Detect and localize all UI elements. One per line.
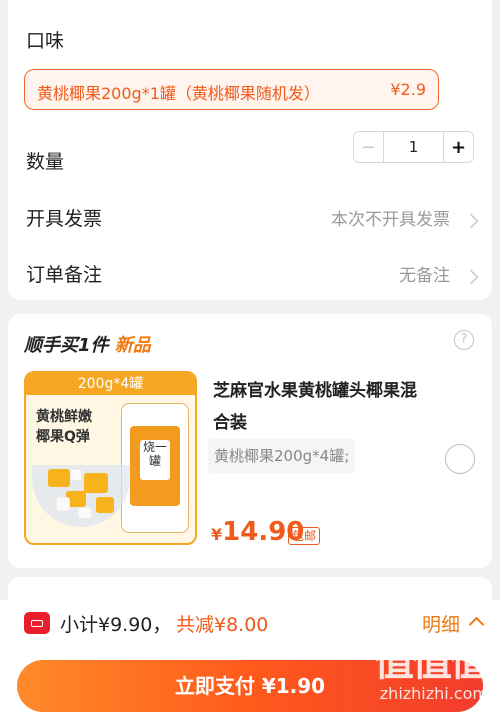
slogan-line-1: 黄桃鲜嫩 <box>36 409 92 425</box>
quantity-value[interactable]: 1 <box>384 132 443 162</box>
product-name[interactable]: 芝麻官水果黄桃罐头椰果混合装 <box>213 375 423 439</box>
price-currency: ¥ <box>211 525 223 544</box>
order-note-label[interactable]: 订单备注 <box>26 260 102 287</box>
product-spec[interactable]: 黄桃椰果200g*4罐; <box>208 439 356 473</box>
order-note-value[interactable]: 无备注 <box>399 261 450 286</box>
flavor-option-selected[interactable]: 黄桃椰果200g*1罐（黄桃椰果随机发） ¥2.9 <box>24 69 439 110</box>
slogan-line-2: 椰果Q弹 <box>36 429 90 445</box>
quantity-stepper: − 1 + <box>353 131 474 163</box>
invoice-label[interactable]: 开具发票 <box>26 204 102 231</box>
watermark-site: zhizhizhi.com <box>379 684 488 703</box>
discount-total: 共减¥8.00 <box>176 614 269 636</box>
flavor-label: 口味 <box>26 30 65 52</box>
detail-toggle[interactable]: 明细 <box>422 610 460 637</box>
product-image[interactable]: 200g*4罐 黄桃鲜嫩 椰果Q弹 烧一罐 <box>24 371 197 545</box>
addon-title-text: 顺手买1件 <box>24 335 109 356</box>
watermark: 值值值 zhizhizhi.com <box>374 639 490 703</box>
can-label: 烧一罐 <box>140 440 170 480</box>
chevron-right-icon[interactable] <box>463 269 479 285</box>
product-can-graphic: 烧一罐 <box>121 403 189 533</box>
flavor-option-price: ¥2.9 <box>390 80 426 99</box>
subtotal: 小计¥9.90， <box>60 614 172 636</box>
addon-title: 顺手买1件 新品 <box>24 331 151 357</box>
decrease-button[interactable]: − <box>354 132 384 162</box>
quantity-label: 数量 <box>26 151 65 173</box>
product-image-slogan: 黄桃鲜嫩 椰果Q弹 <box>36 407 92 447</box>
watermark-logo: 值值值 <box>374 639 490 685</box>
increase-button[interactable]: + <box>443 132 473 162</box>
flavor-option-name: 黄桃椰果200g*1罐（黄桃椰果随机发） <box>37 84 320 103</box>
free-shipping-badge: 包邮 <box>288 527 321 545</box>
order-options-card: 口味 黄桃椰果200g*1罐（黄桃椰果随机发） ¥2.9 数量 − 1 + 开具… <box>8 0 492 300</box>
coupon-icon <box>24 612 50 634</box>
invoice-value[interactable]: 本次不开具发票 <box>331 205 450 230</box>
select-radio[interactable] <box>445 444 475 474</box>
product-image-band: 200g*4罐 <box>26 373 195 395</box>
addon-card: 顺手买1件 新品 ? 200g*4罐 黄桃鲜嫩 椰果Q弹 烧一罐 芝麻官水果黄桃… <box>8 314 492 568</box>
chevron-up-icon[interactable] <box>468 616 485 633</box>
new-badge: 新品 <box>114 335 151 356</box>
chevron-right-icon[interactable] <box>463 213 479 229</box>
help-icon[interactable]: ? <box>454 330 474 350</box>
